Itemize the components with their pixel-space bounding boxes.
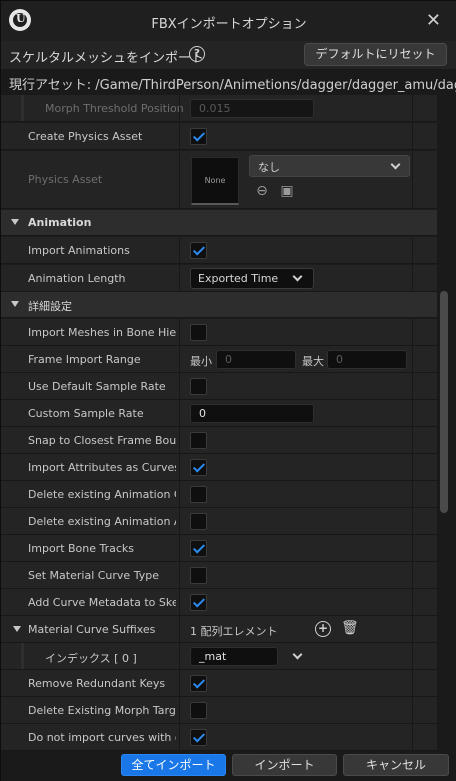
array-element-count: 1 配列エレメント <box>190 625 278 638</box>
row-animation-length: Animation Length Exported Time <box>1 265 437 292</box>
import-meshes-bone-label: Import Meshes in Bone Hier… <box>28 326 176 339</box>
delete-existing-c-label: Delete existing Animation C… <box>28 488 176 501</box>
snap-closest-checkbox[interactable] <box>190 432 207 449</box>
physics-asset-thumbnail[interactable]: None <box>191 157 239 205</box>
row-frame-import-range: Frame Import Range 最小 0 最大 0 <box>1 346 437 373</box>
import-meshes-bone-checkbox[interactable] <box>190 324 207 341</box>
scrollbar-thumb[interactable] <box>440 291 448 513</box>
use-default-sample-checkbox[interactable] <box>190 378 207 395</box>
create-physics-label: Create Physics Asset <box>28 130 143 143</box>
row-delete-existing-attributes: Delete existing Animation A… <box>1 508 437 535</box>
collapse-arrow-icon <box>13 626 21 632</box>
custom-sample-rate-input[interactable]: 0 <box>190 404 314 423</box>
use-selected-asset-icon[interactable]: ⊖ <box>254 183 270 199</box>
index-0-input[interactable]: _mat <box>190 647 278 666</box>
row-import-meshes-bone: Import Meshes in Bone Hier… <box>1 319 437 346</box>
browse-asset-icon[interactable]: ▣ <box>279 183 295 199</box>
import-header: スケルタルメッシュをインポート ? デフォルトにリセット <box>1 41 456 69</box>
category-advanced[interactable]: 詳細設定 <box>1 292 437 318</box>
row-delete-existing-curves: Delete existing Animation C… <box>1 481 437 508</box>
cancel-button[interactable]: キャンセル <box>343 754 449 776</box>
import-bone-tracks-label: Import Bone Tracks <box>28 542 135 555</box>
physics-asset-value: なし <box>258 161 280 174</box>
frame-range-min-input[interactable]: 0 <box>216 350 296 369</box>
row-remove-redundant-keys: Remove Redundant Keys <box>1 670 437 697</box>
category-animation-label: Animation <box>28 216 92 229</box>
use-default-sample-label: Use Default Sample Rate <box>28 380 166 393</box>
delete-existing-a-label: Delete existing Animation A… <box>28 515 176 528</box>
import-bone-tracks-checkbox[interactable] <box>190 540 207 557</box>
frame-range-max-label: 最大 <box>302 355 324 368</box>
physics-asset-picker[interactable]: なし <box>249 155 410 177</box>
import-animations-label: Import Animations <box>28 244 130 257</box>
set-material-curve-checkbox[interactable] <box>190 567 207 584</box>
collapse-arrow-icon <box>11 301 19 307</box>
help-icon[interactable]: ? <box>189 46 205 62</box>
material-curve-suffixes-label: Material Curve Suffixes <box>28 623 156 636</box>
add-curve-metadata-label: Add Curve Metadata to Skel… <box>28 596 176 609</box>
header-label: スケルタルメッシュをインポート <box>9 51 205 66</box>
animation-length-value: Exported Time <box>198 272 279 285</box>
animation-length-label: Animation Length <box>28 272 126 285</box>
row-material-curve-suffixes[interactable]: Material Curve Suffixes 1 配列エレメント + 🗑 <box>1 616 437 643</box>
row-physics-asset: Physics Asset None なし ⊖ ▣ <box>1 151 437 209</box>
row-do-not-import-curves: Do not import curves with o… <box>1 724 437 751</box>
property-grid: Morph Threshold Position 0.015 Create Ph… <box>1 95 437 751</box>
row-use-default-sample-rate: Use Default Sample Rate <box>1 373 437 400</box>
create-physics-checkbox[interactable] <box>190 128 207 145</box>
collapse-arrow-icon <box>11 219 19 225</box>
morph-threshold-input[interactable]: 0.015 <box>190 99 314 118</box>
window-title: FBXインポートオプション <box>151 17 307 32</box>
delete-morph-label: Delete Existing Morph Targ… <box>28 704 176 717</box>
row-add-curve-metadata: Add Curve Metadata to Skel… <box>1 589 437 616</box>
import-attributes-label: Import Attributes as Curves… <box>28 461 176 474</box>
delete-existing-c-checkbox[interactable] <box>190 486 207 503</box>
chevron-down-icon[interactable] <box>292 649 303 660</box>
chevron-down-icon <box>390 159 401 170</box>
reset-to-default-button[interactable]: デフォルトにリセット <box>304 43 447 66</box>
footer: 全てインポート インポート キャンセル <box>1 751 456 781</box>
remove-redundant-checkbox[interactable] <box>190 675 207 692</box>
row-custom-sample-rate: Custom Sample Rate 0 <box>1 400 437 427</box>
category-animation[interactable]: Animation <box>1 210 437 236</box>
add-element-icon[interactable]: + <box>315 621 331 637</box>
snap-closest-label: Snap to Closest Frame Bou… <box>28 434 176 447</box>
category-advanced-label: 詳細設定 <box>28 300 72 313</box>
animation-length-dropdown[interactable]: Exported Time <box>190 268 314 289</box>
custom-sample-rate-label: Custom Sample Rate <box>28 407 144 420</box>
delete-existing-a-checkbox[interactable] <box>190 513 207 530</box>
import-button[interactable]: インポート <box>232 754 337 776</box>
remove-redundant-label: Remove Redundant Keys <box>28 677 166 690</box>
close-icon[interactable]: ✕ <box>426 10 441 31</box>
row-delete-morph-targets: Delete Existing Morph Targ… <box>1 697 437 724</box>
row-import-animations: Import Animations <box>1 237 437 264</box>
row-snap-closest-frame: Snap to Closest Frame Bou… <box>1 427 437 454</box>
frame-range-max-input[interactable]: 0 <box>327 350 407 369</box>
trash-icon[interactable]: 🗑 <box>341 621 359 637</box>
row-morph-threshold: Morph Threshold Position 0.015 <box>1 95 437 122</box>
frame-import-range-label: Frame Import Range <box>28 353 141 366</box>
delete-morph-checkbox[interactable] <box>190 702 207 719</box>
row-create-physics-asset: Create Physics Asset <box>1 123 437 150</box>
import-attributes-checkbox[interactable] <box>190 459 207 476</box>
do-not-import-label: Do not import curves with o… <box>28 731 176 744</box>
import-animations-checkbox[interactable] <box>190 242 207 259</box>
set-material-curve-label: Set Material Curve Type <box>28 569 159 582</box>
morph-threshold-label: Morph Threshold Position <box>45 102 184 115</box>
row-set-material-curve-type: Set Material Curve Type <box>1 562 437 589</box>
row-suffix-index-0: インデックス [ 0 ] _mat <box>1 643 437 670</box>
physics-asset-label: Physics Asset <box>28 173 103 186</box>
do-not-import-checkbox[interactable] <box>190 729 207 746</box>
current-asset-path: 現行アセット: /Game/ThirdPerson/Animetions/dag… <box>1 69 456 95</box>
asset-path-text: 現行アセット: /Game/ThirdPerson/Animetions/dag… <box>9 78 456 93</box>
import-all-button[interactable]: 全てインポート <box>121 754 226 776</box>
chevron-down-icon <box>292 271 303 282</box>
title-bar: U FBXインポートオプション ✕ <box>1 1 456 41</box>
row-import-bone-tracks: Import Bone Tracks <box>1 535 437 562</box>
frame-range-min-label: 最小 <box>190 355 212 368</box>
row-import-attributes: Import Attributes as Curves… <box>1 454 437 481</box>
add-curve-metadata-checkbox[interactable] <box>190 594 207 611</box>
fbx-import-options-window: U FBXインポートオプション ✕ スケルタルメッシュをインポート ? デフォル… <box>0 0 456 781</box>
index-0-label: インデックス [ 0 ] <box>45 652 137 665</box>
